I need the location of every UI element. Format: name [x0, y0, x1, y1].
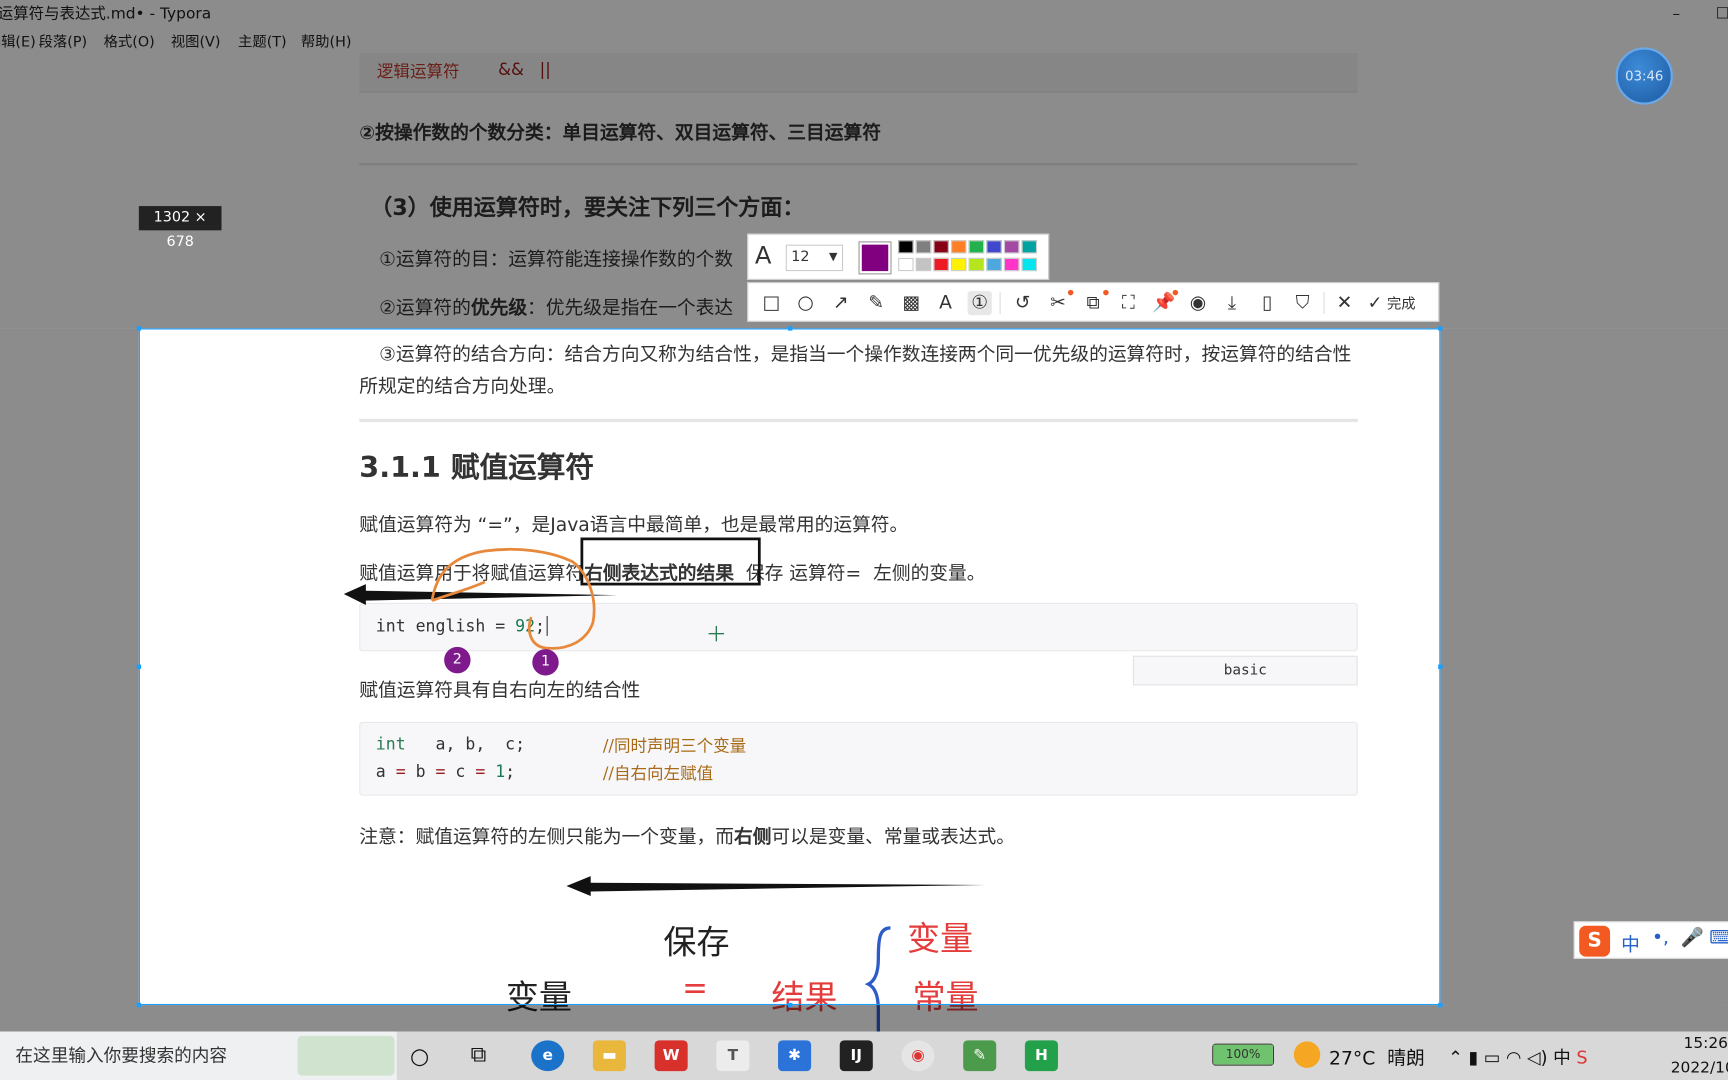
toolbar-divider — [999, 292, 1001, 315]
badge-dot — [1067, 289, 1074, 296]
color-swatch[interactable] — [933, 257, 949, 272]
annotation-toolbar: □ ○ ↗ ✎ ▩ A ① ↺ ✂ ⧉ ⛶ 📌 ◉ ⤓ ▯ ⛉ ✕ ✓ 完成 — [747, 282, 1440, 322]
color-palette — [898, 240, 1041, 275]
taskbar: 在这里输入你要搜索的内容 ○ ⧉ e ▬ W T ✱ IJ ◉ ✎ H 100%… — [0, 1031, 1728, 1080]
microphone-icon[interactable]: 🎤 — [1681, 927, 1704, 949]
chevron-down-icon: ▼ — [829, 251, 838, 264]
hbuilder-icon[interactable]: H — [1024, 1040, 1058, 1072]
color-swatch[interactable] — [951, 257, 967, 272]
current-color-swatch[interactable] — [858, 241, 892, 275]
ellipse-tool-icon[interactable]: ○ — [793, 291, 817, 315]
color-swatch[interactable] — [898, 240, 914, 254]
file-explorer-icon[interactable]: ▬ — [592, 1040, 626, 1072]
punctuation-icon[interactable]: •, — [1652, 927, 1669, 949]
pinned-app-icon[interactable]: ✱ — [778, 1040, 812, 1072]
done-button[interactable]: ✓ 完成 — [1368, 291, 1416, 315]
sogou-logo-icon[interactable]: S — [1579, 925, 1611, 957]
color-swatch[interactable] — [968, 240, 985, 254]
handwritten-save: 保存 — [663, 923, 730, 963]
clock[interactable]: 15:26 2022/10 — [1671, 1032, 1728, 1080]
weather-text[interactable]: 27°C 晴朗 — [1329, 1043, 1425, 1070]
badge-dot — [1103, 289, 1109, 296]
intellij-icon[interactable]: IJ — [839, 1040, 873, 1072]
color-swatch[interactable] — [933, 240, 949, 254]
recording-timer[interactable]: 03:46 — [1615, 47, 1673, 105]
color-swatch[interactable] — [1021, 257, 1038, 272]
current-color-fill — [861, 244, 889, 272]
text-tool-icon[interactable]: A — [933, 291, 957, 315]
edge-icon[interactable]: e — [531, 1040, 565, 1072]
handwritten-constant: 常量 — [912, 978, 979, 1018]
handwritten-variable-left: 变量 — [505, 978, 572, 1018]
chrome-icon[interactable]: ◉ — [901, 1040, 935, 1072]
annotation-layer — [343, 537, 986, 1036]
step-marker-2: 2 — [444, 646, 471, 674]
typora-icon[interactable]: T — [716, 1040, 750, 1072]
record-icon[interactable]: ◉ — [1186, 291, 1210, 315]
task-view-icon[interactable]: ⧉ — [471, 1040, 487, 1066]
color-swatch[interactable] — [898, 257, 914, 272]
badge-dot — [1172, 289, 1179, 296]
pinned-app-icon[interactable]: ✎ — [963, 1040, 997, 1072]
search-highlight-image — [297, 1035, 395, 1076]
pin-icon[interactable]: 📌 — [1152, 291, 1176, 315]
wps-icon[interactable]: W — [654, 1040, 688, 1072]
tray-icons[interactable]: ⌃ ▮ ▭ ◠ ◁) 中 S — [1448, 1043, 1587, 1069]
step-marker-1: 1 — [532, 649, 559, 676]
annotation-property-bar: A 12 ▼ — [747, 233, 1050, 280]
bracket — [864, 926, 891, 1036]
color-swatch[interactable] — [986, 240, 1002, 254]
color-swatch[interactable] — [915, 240, 932, 254]
color-swatch[interactable] — [951, 240, 967, 254]
crosshair-icon — [708, 625, 725, 642]
font-size-select[interactable]: 12 ▼ — [785, 244, 844, 272]
handwritten-equals: = — [682, 969, 709, 1007]
ocr-icon[interactable]: ⛶ — [1116, 291, 1140, 315]
arrow-left-top — [343, 584, 618, 606]
download-icon[interactable]: ⤓ — [1220, 291, 1244, 315]
mosaic-tool-icon[interactable]: ▩ — [899, 291, 923, 315]
close-icon[interactable]: ✕ — [1332, 291, 1356, 315]
translate-icon[interactable]: ⧉ — [1081, 291, 1105, 315]
screen: 运算符与表达式.md• - Typora – ☐ 编辑(E) 段落(P) 格式(… — [0, 0, 1728, 1080]
battery-indicator[interactable]: 100% — [1212, 1043, 1274, 1066]
highlight-box — [580, 537, 761, 586]
handwritten-result: 结果 — [771, 978, 838, 1018]
undo-icon[interactable]: ↺ — [1011, 291, 1035, 315]
bookmark-icon[interactable]: ⛉ — [1290, 291, 1314, 315]
color-swatch[interactable] — [986, 257, 1002, 272]
serial-number-tool-icon[interactable]: ① — [967, 290, 992, 316]
rectangle-tool-icon[interactable]: □ — [759, 291, 783, 315]
cortana-icon[interactable]: ○ — [410, 1043, 429, 1069]
freehand-curve — [430, 547, 596, 650]
font-icon: A — [754, 242, 772, 270]
arrow-tool-icon[interactable]: ↗ — [829, 291, 853, 315]
ime-mode-label[interactable]: 中 — [1621, 929, 1640, 957]
ime-toolbar: S 中 •, 🎤 ⌨ — [1573, 921, 1728, 959]
color-swatch[interactable] — [1003, 240, 1020, 254]
arrow-left-bottom — [566, 876, 986, 896]
cutout-icon[interactable]: ✂ — [1046, 291, 1070, 315]
color-swatch[interactable] — [1021, 240, 1038, 254]
check-icon: ✓ — [1367, 292, 1383, 313]
color-swatch[interactable] — [915, 257, 932, 272]
selection-size-label: 1302 × 678 — [138, 206, 222, 250]
color-swatch[interactable] — [968, 257, 985, 272]
pen-tool-icon[interactable]: ✎ — [864, 291, 888, 315]
keyboard-icon[interactable]: ⌨ — [1709, 927, 1728, 949]
sun-icon — [1293, 1041, 1321, 1068]
handwritten-variable-right: 变量 — [906, 920, 974, 959]
color-swatch[interactable] — [1003, 257, 1020, 272]
toolbar-divider — [1323, 292, 1325, 315]
phone-icon[interactable]: ▯ — [1255, 291, 1279, 315]
